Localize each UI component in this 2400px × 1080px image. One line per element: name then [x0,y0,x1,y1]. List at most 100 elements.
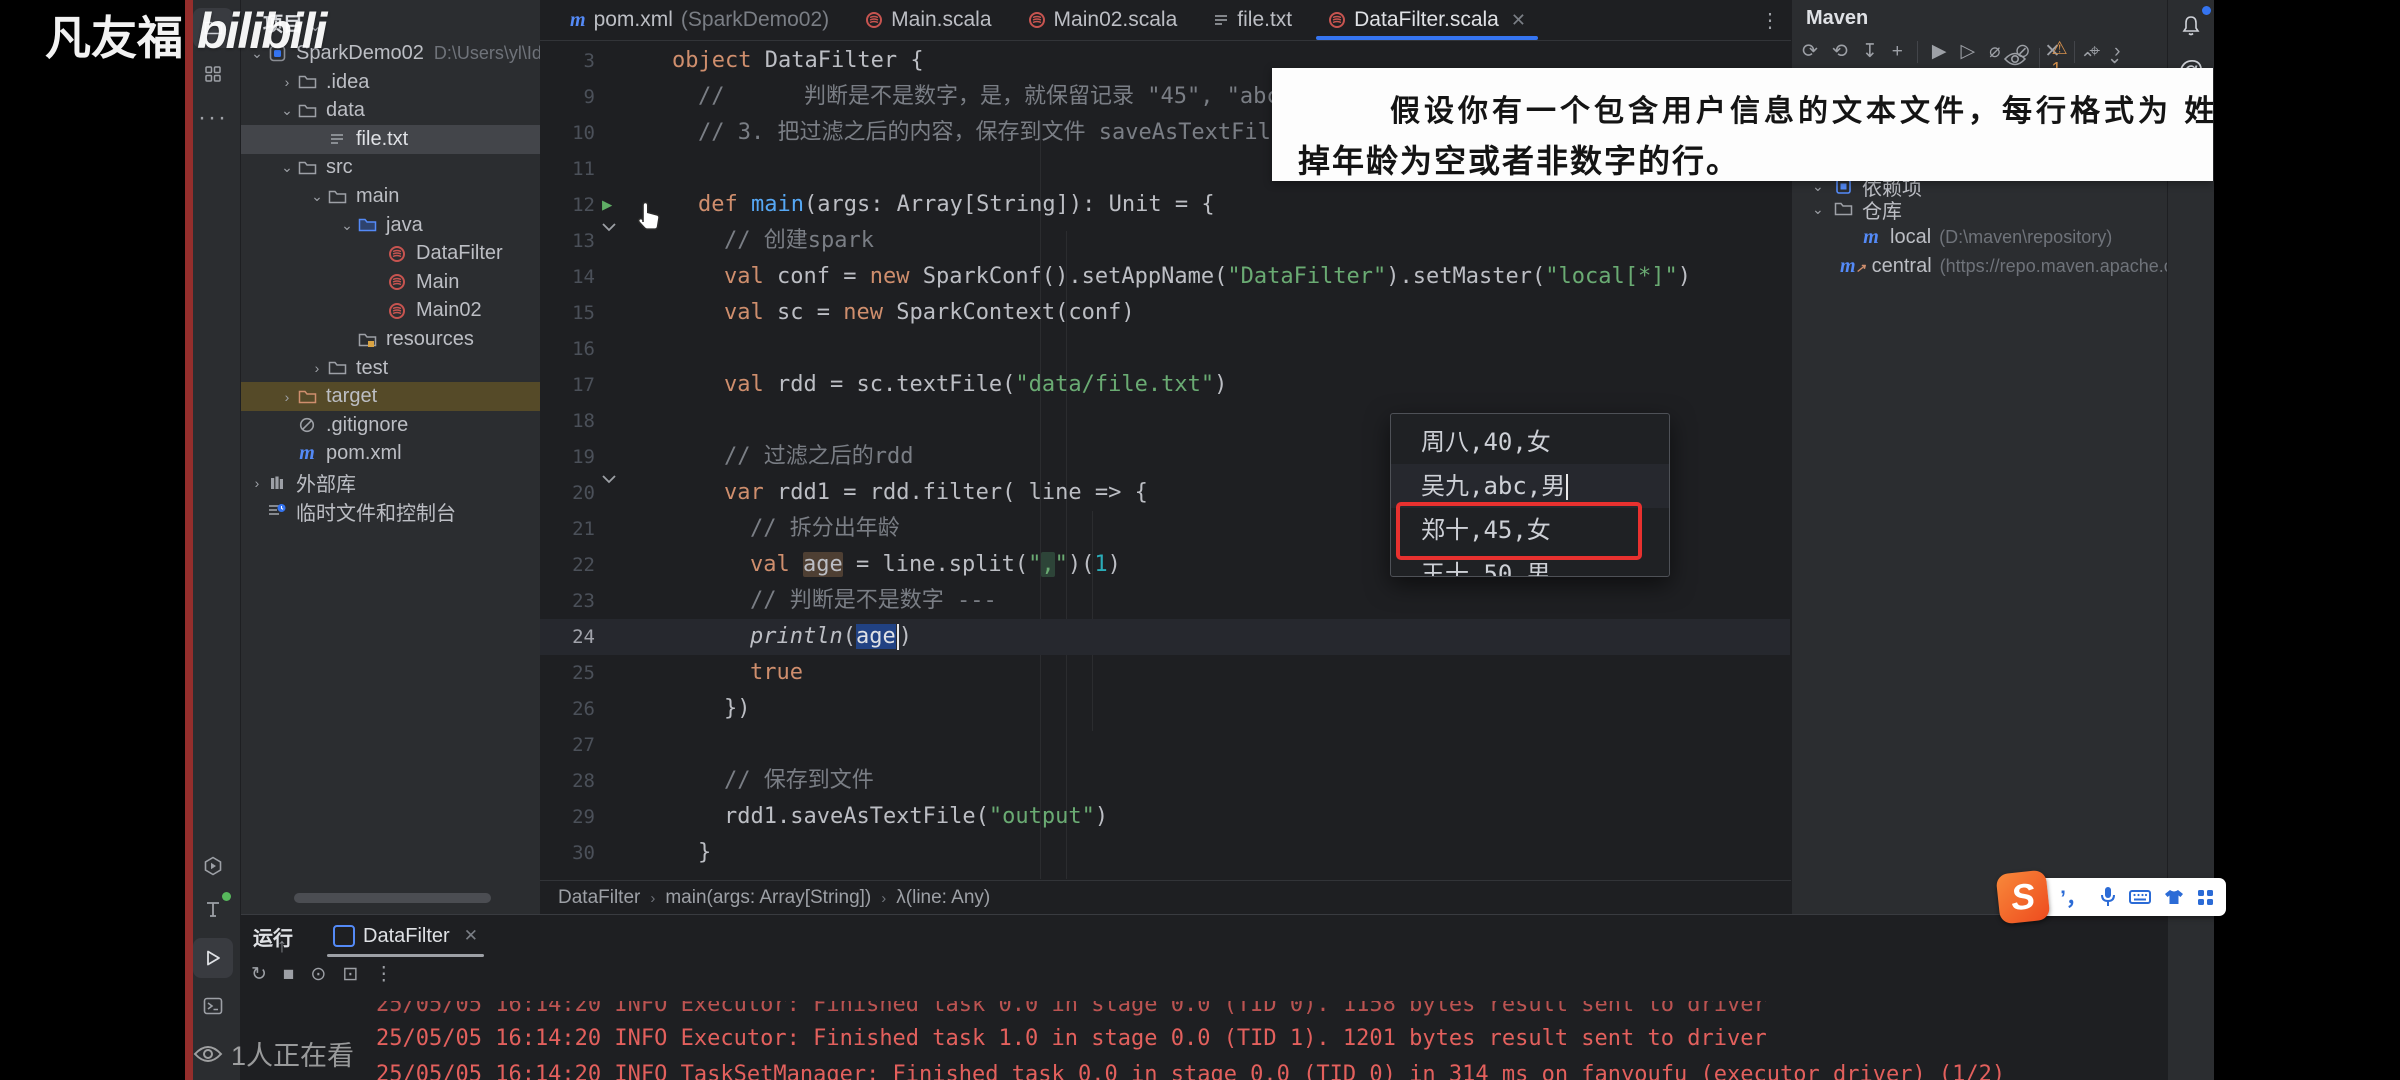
tree-item-.gitignore[interactable]: .gitignore [241,411,541,440]
tree-item-data[interactable]: ⌄data [241,96,541,125]
toolbox-grid-icon[interactable] [2197,889,2214,906]
tab-Main02_scala[interactable]: Main02.scala [1010,0,1196,40]
prev-issue-icon[interactable]: ⌃ [2080,49,2095,70]
tree-item-Main[interactable]: Main [241,268,541,297]
tree-item-resources[interactable]: resources [241,325,541,354]
skin-shirt-icon[interactable] [2164,888,2184,906]
tree-item-test[interactable]: ›test [241,354,541,383]
tree-item-DataFilter[interactable]: DataFilter [241,239,541,268]
services-icon[interactable] [193,846,233,886]
code-line-27: 27 [540,727,1790,763]
scala-icon [385,302,409,320]
screenshot-icon[interactable]: ⊙ [310,963,326,986]
refresh-icon[interactable]: ⟳ [1802,40,1818,63]
terminal-icon[interactable] [193,986,233,1026]
tree-item-main[interactable]: ⌄main [241,182,541,211]
video-edge-strip [185,0,193,1080]
microphone-icon[interactable] [2100,886,2116,908]
code-text: // 拆分出年龄 [750,511,900,547]
chevron-down-icon[interactable]: ⌄ [279,159,295,176]
chevron-right-icon[interactable]: › [279,74,295,90]
code-text: def main(args: Array[String]): Unit = { [698,187,1215,223]
download-icon[interactable]: ↧ [1862,40,1878,63]
close-icon[interactable]: ✕ [1511,10,1526,31]
code-text: val age = line.split(",")(1) [750,547,1121,583]
console-toolbar: ↻ ■ ⊙ ⊡ ⋮ [251,963,393,986]
folder-icon [325,189,349,205]
tree-item-target[interactable]: ›target [241,382,541,411]
line-number: 19 [540,439,595,475]
project-hscrollbar[interactable] [294,893,491,903]
tree-item-label: 外部库 [296,468,356,497]
chevron-right-icon[interactable]: › [309,360,325,376]
line-number: 25 [540,655,595,691]
highlighting-eye-icon[interactable] [2003,51,2027,67]
notifications-icon[interactable] [2171,6,2211,46]
code-line-23: 23// 判断是不是数字 --- [540,583,1790,619]
text-caret [1566,474,1568,500]
tree-item-file.txt[interactable]: file.txt [241,125,541,154]
tree-item-________[interactable]: 临时文件和控制台 [241,497,541,526]
breadcrumb-item[interactable]: main(args: Array[String]) [665,887,871,909]
run-icon[interactable] [193,938,233,978]
folder-icon [295,103,319,119]
breadcrumb-item[interactable]: DataFilter [558,887,640,909]
tab-DataFilter_scala[interactable]: DataFilter.scala✕ [1310,0,1544,40]
tree-item-java[interactable]: ⌄java [241,211,541,240]
tab-file_txt[interactable]: file.txt [1195,0,1310,40]
chevron-right-icon[interactable]: › [249,475,265,491]
tab-module-suffix: (SparkDemo02) [681,8,829,32]
stop-icon[interactable]: ■ [283,964,294,986]
folder-res-icon [355,332,379,348]
maven-item-label: 仓库 [1862,195,1902,224]
scala-icon [1328,11,1346,29]
more-icon[interactable]: ··· [193,98,233,138]
more-icon[interactable]: ⋮ [374,963,393,986]
run-icon[interactable]: ▶ [1932,40,1947,63]
maven-item-central[interactable]: m↗central (https://repo.maven.apache.org… [1792,252,2168,280]
run-tab-datafilter[interactable]: DataFilter ✕ [333,915,478,957]
commit-icon[interactable] [193,890,233,930]
next-issue-icon[interactable]: ⌃ [2107,45,2122,66]
keyboard-icon[interactable] [2129,889,2151,905]
maven-item-local[interactable]: mlocal (D:\maven\repository) [1792,223,2168,251]
chevron-down-icon[interactable]: ⌄ [309,188,325,205]
run-config-icon[interactable]: ▷ [1961,40,1976,63]
tree-item-Main02[interactable]: Main02 [241,296,541,325]
sync-icon[interactable]: ⟲ [1832,40,1848,63]
tab-label: pom.xml [594,8,673,32]
export-icon[interactable]: ⊡ [342,963,358,986]
fold-icon[interactable] [602,475,672,484]
run-header: 运行 DataFilter ✕ [241,915,2167,957]
maven-item-__[interactable]: ⌄ 仓库 [1792,195,2168,223]
tree-item-pom.xml[interactable]: mpom.xml [241,439,541,468]
console-output[interactable]: 25/05/05 16:14:20 INFO Executor: Finishe… [241,1001,2167,1080]
code-text: true [750,655,803,691]
code-text: var rdd1 = rdd.filter( line => { [724,475,1148,511]
maven-icon: m [1858,226,1884,249]
eye-off-icon[interactable]: ⌀ [1989,40,2000,63]
scroll-up-icon[interactable]: ↑ [277,935,287,958]
close-icon[interactable]: ✕ [464,926,478,946]
ime-punctuation-toggle[interactable]: ’， [2060,882,2087,912]
chevron-down-icon[interactable]: ⌄ [339,217,355,234]
tree-item-src[interactable]: ⌄src [241,153,541,182]
tree-item-___[interactable]: › 外部库 [241,468,541,497]
maven-panel-title: Maven [1806,7,1868,30]
chevron-right-icon[interactable]: › [279,389,295,405]
code-text: object DataFilter { [672,43,924,79]
tree-item-.idea[interactable]: ›.idea [241,68,541,97]
chevron-down-icon[interactable]: ⌄ [279,102,295,119]
sogou-logo[interactable]: S [1996,870,2051,925]
chevron-down-icon[interactable]: ⌄ [1812,201,1830,218]
add-icon[interactable]: + [1892,41,1903,63]
tab-Main_scala[interactable]: Main.scala [847,0,1009,40]
tab-options-icon[interactable]: ⋮ [1760,8,1780,33]
folder-icon [325,360,349,376]
rerun-icon[interactable]: ↻ [251,963,267,986]
tab-pom_xml[interactable]: mpom.xml (SparkDemo02) [552,0,847,40]
code-text: } [698,835,711,871]
breadcrumb-item[interactable]: λ(line: Any) [896,887,990,909]
tree-item-path: D:\Users\yl\IdeaPr [434,43,541,64]
bilibili-logo: bilibili [197,2,325,60]
